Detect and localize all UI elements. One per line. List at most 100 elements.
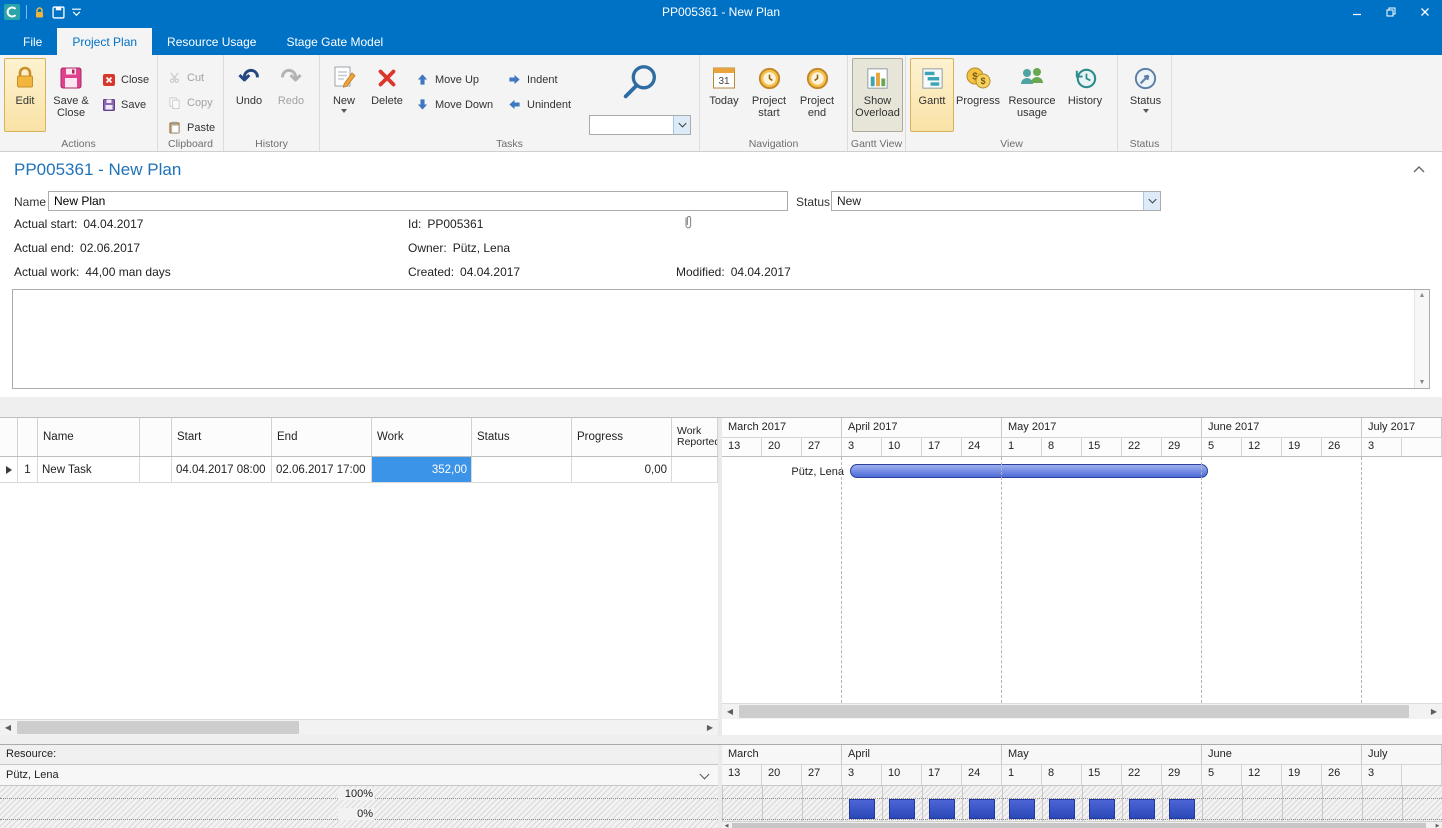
scroll-right-icon[interactable]: ▶ xyxy=(1433,822,1442,828)
tab-project-plan[interactable]: Project Plan xyxy=(57,28,152,55)
actual-end-value: 02.06.2017 xyxy=(80,241,140,255)
timeline-week-label: 26 xyxy=(1322,438,1362,456)
task-work-reported-cell[interactable] xyxy=(672,457,718,482)
gantt-button[interactable]: Gantt xyxy=(910,58,954,132)
scrollbar-thumb[interactable] xyxy=(17,721,299,734)
save-and-close-button[interactable]: Save & Close xyxy=(46,58,96,132)
status-select-dropdown-icon[interactable] xyxy=(1143,192,1160,210)
notes-vertical-scrollbar[interactable]: ▲ ▼ xyxy=(1414,290,1429,388)
scroll-left-icon[interactable]: ◀ xyxy=(0,720,16,735)
progress-button[interactable]: $$ Progress xyxy=(954,58,1002,132)
timeline-week-label: 17 xyxy=(922,765,962,785)
timeline-week-label: 3 xyxy=(842,765,882,785)
grid-horizontal-scrollbar[interactable]: ◀ ▶ xyxy=(0,719,718,735)
group-label-navigation: Navigation xyxy=(700,138,847,150)
scrollbar-thumb[interactable] xyxy=(739,705,1409,718)
row-number-cell[interactable]: 1 xyxy=(18,457,38,482)
redo-button[interactable]: ↷ Redo xyxy=(270,58,312,132)
qat-customize-icon[interactable] xyxy=(71,2,82,22)
move-up-button[interactable]: Move Up xyxy=(410,69,502,90)
indent-button[interactable]: Indent xyxy=(502,69,584,90)
resource-horizontal-scrollbar[interactable]: ◀ ▶ xyxy=(722,821,1442,828)
grid-header-rownum[interactable] xyxy=(18,418,38,456)
close-record-button[interactable]: Close xyxy=(96,69,154,90)
unindent-button[interactable]: Unindent xyxy=(502,94,584,115)
delete-button[interactable]: Delete xyxy=(364,58,410,132)
undo-button[interactable]: ↶ Undo xyxy=(228,58,270,132)
timeline-week-label: 19 xyxy=(1282,765,1322,785)
save-button[interactable]: Save xyxy=(96,94,154,115)
task-end-cell[interactable]: 02.06.2017 17:00 xyxy=(272,457,372,482)
project-end-button[interactable]: Project end xyxy=(794,58,840,132)
scroll-up-icon[interactable]: ▲ xyxy=(1415,292,1429,299)
copy-button[interactable]: Copy xyxy=(162,92,220,113)
new-dropdown-arrow-icon[interactable] xyxy=(341,109,347,113)
new-task-button[interactable]: New xyxy=(324,58,364,132)
close-record-label: Close xyxy=(121,74,149,86)
scroll-left-icon[interactable]: ◀ xyxy=(722,822,731,828)
history-button[interactable]: History xyxy=(1062,58,1108,132)
task-filter-dropdown-icon[interactable] xyxy=(673,116,690,134)
status-select[interactable]: New xyxy=(831,191,1161,211)
task-work-cell[interactable]: 352,00 xyxy=(372,457,472,482)
row-selector-cell[interactable] xyxy=(0,457,18,482)
actual-work-value: 44,00 man days xyxy=(85,265,170,279)
edit-button[interactable]: Edit xyxy=(4,58,46,132)
grid-header-status[interactable]: Status xyxy=(472,418,572,456)
tab-file[interactable]: File xyxy=(8,28,57,55)
move-down-button[interactable]: Move Down xyxy=(410,94,502,115)
timeline-week-label: 26 xyxy=(1322,765,1362,785)
grid-header-end[interactable]: End xyxy=(272,418,372,456)
task-status-cell[interactable] xyxy=(472,457,572,482)
timeline-week-label: 3 xyxy=(842,438,882,456)
project-start-button[interactable]: Project start xyxy=(744,58,794,132)
scroll-down-icon[interactable]: ▼ xyxy=(1415,379,1429,386)
attachment-icon[interactable] xyxy=(683,214,693,235)
save-close-icon xyxy=(56,63,86,93)
task-progress-cell[interactable]: 0,00 xyxy=(572,457,672,482)
tab-resource-usage[interactable]: Resource Usage xyxy=(152,28,271,55)
grid-header-name[interactable]: Name xyxy=(38,418,140,456)
qat-lock-icon[interactable] xyxy=(33,2,46,22)
restore-button[interactable] xyxy=(1374,0,1408,24)
collapse-chevron-icon[interactable] xyxy=(1410,162,1428,176)
status-dropdown-arrow-icon[interactable] xyxy=(1143,109,1149,113)
paste-button[interactable]: Paste xyxy=(162,117,220,138)
grid-header-start[interactable]: Start xyxy=(172,418,272,456)
scrollbar-thumb[interactable] xyxy=(732,823,1426,828)
scroll-right-icon[interactable]: ▶ xyxy=(1426,704,1442,719)
today-button[interactable]: 31 Today xyxy=(704,58,744,132)
task-start-cell[interactable]: 04.04.2017 08:00 xyxy=(172,457,272,482)
resource-usage-button[interactable]: Resource usage xyxy=(1002,58,1062,132)
minimize-button[interactable] xyxy=(1340,0,1374,24)
grid-header-selector[interactable] xyxy=(0,418,18,456)
task-filter-combobox[interactable] xyxy=(589,115,691,135)
grid-header-work-reported[interactable]: Work Reported xyxy=(672,418,718,456)
task-icon-cell[interactable] xyxy=(140,457,172,482)
scroll-left-icon[interactable]: ◀ xyxy=(722,704,738,719)
resource-select-dropdown-icon[interactable] xyxy=(700,770,710,780)
table-row[interactable]: 1 New Task 04.04.2017 08:00 02.06.2017 1… xyxy=(0,457,718,483)
app-icon[interactable] xyxy=(4,2,20,22)
qat-save-icon[interactable] xyxy=(52,2,65,22)
grid-header-icon-col[interactable] xyxy=(140,418,172,456)
show-overload-button[interactable]: Show Overload xyxy=(852,58,903,132)
gantt-bar[interactable] xyxy=(850,464,1208,478)
resource-select[interactable]: Pütz, Lena xyxy=(0,765,718,786)
notes-textarea[interactable]: ▲ ▼ xyxy=(12,289,1430,389)
edit-button-label: Edit xyxy=(16,95,35,107)
scale-gridline-100 xyxy=(722,798,1442,799)
grid-header-work[interactable]: Work xyxy=(372,418,472,456)
search-icon[interactable] xyxy=(618,62,662,109)
status-button[interactable]: Status xyxy=(1122,58,1169,132)
tab-stage-gate-model[interactable]: Stage Gate Model xyxy=(271,28,398,55)
grid-header-row: Name Start End Work Status Progress Work… xyxy=(0,418,718,457)
close-button[interactable] xyxy=(1408,0,1442,24)
name-input[interactable] xyxy=(48,191,788,211)
gantt-horizontal-scrollbar[interactable]: ◀ ▶ xyxy=(722,703,1442,719)
group-label-view: View xyxy=(906,138,1117,150)
cut-button[interactable]: Cut xyxy=(162,67,220,88)
grid-header-progress[interactable]: Progress xyxy=(572,418,672,456)
scroll-right-icon[interactable]: ▶ xyxy=(702,720,718,735)
task-name-cell[interactable]: New Task xyxy=(38,457,140,482)
